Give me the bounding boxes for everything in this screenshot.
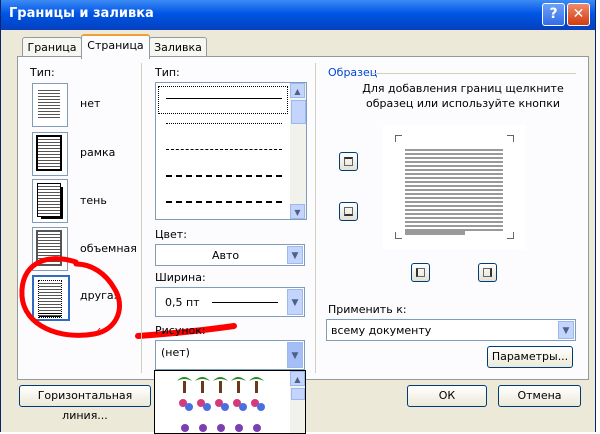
title-bar[interactable]: Границы и заливка ? ✕ [1, 0, 595, 30]
art-value: (нет) [161, 346, 190, 359]
left-border-icon [416, 268, 425, 277]
cancel-label: Отмена [517, 389, 562, 402]
options-button-label: Параметры... [491, 350, 569, 363]
help-button[interactable]: ? [542, 3, 565, 26]
color-label: Цвет: [155, 228, 187, 241]
scroll-thumb[interactable] [291, 388, 305, 400]
scroll-down-icon[interactable]: ▼ [290, 204, 305, 219]
top-border-button[interactable] [339, 152, 358, 171]
tab-label: Страница [87, 39, 144, 52]
horizontal-line-button[interactable]: Горизонтальная линия... [19, 385, 151, 422]
right-border-button[interactable] [478, 263, 497, 282]
close-button[interactable]: ✕ [567, 3, 590, 26]
chevron-down-icon[interactable]: ▼ [287, 246, 303, 264]
color-value: Авто [212, 249, 240, 262]
width-dropdown[interactable]: 0,5 пт ▼ [155, 287, 305, 317]
horizontal-line-label: Горизонтальная линия... [37, 389, 133, 422]
apply-to-label: Применить к: [328, 303, 407, 316]
style-label: Тип: [155, 66, 180, 79]
width-value: 0,5 пт [165, 296, 200, 309]
cancel-button[interactable]: Отмена [498, 385, 581, 407]
tab-border[interactable]: Граница [22, 37, 82, 58]
ok-label: ОК [438, 389, 456, 402]
preview-hint: Для добавления границ щелкните образец и… [344, 81, 582, 111]
setting-none-label[interactable]: нет [80, 97, 100, 110]
setting-none-icon[interactable] [32, 83, 68, 127]
window-title: Границы и заливка [9, 6, 154, 21]
chevron-down-icon[interactable]: ▼ [287, 289, 303, 315]
bottom-border-button[interactable] [339, 202, 358, 221]
art-list-scrollbar[interactable]: ▲ [290, 371, 305, 433]
preview-last-line [405, 231, 465, 235]
apply-to-value: всему документу [331, 324, 432, 337]
close-icon: ✕ [572, 6, 585, 22]
tab-shading[interactable]: Заливка [149, 37, 207, 58]
setting-box-label[interactable]: рамка [80, 146, 115, 159]
divider [141, 63, 142, 373]
scroll-up-icon[interactable]: ▲ [290, 83, 305, 98]
setting-shadow-label[interactable]: тень [80, 194, 107, 207]
ok-button[interactable]: ОК [407, 385, 487, 407]
style-dashed-small[interactable] [166, 149, 282, 150]
chevron-down-icon[interactable]: ▼ [558, 321, 574, 339]
bottom-border-icon [344, 207, 353, 216]
chevron-down-icon[interactable]: ▼ [287, 342, 303, 368]
style-dotted[interactable] [166, 123, 282, 124]
art-label: Рисунок: [155, 324, 206, 337]
style-scrollbar[interactable]: ▲ ▼ [290, 83, 306, 219]
preview-hint-line: образец или используйте кнопки [365, 97, 561, 110]
tab-page-border[interactable]: Страница [81, 34, 150, 59]
art-dropdown-list[interactable]: ▲ [154, 370, 306, 434]
apply-to-dropdown[interactable]: всему документу ▼ [326, 319, 576, 341]
line-style-list[interactable]: ▲ ▼ [155, 82, 307, 220]
preview-area[interactable] [383, 125, 526, 249]
color-dropdown[interactable]: Авто ▼ [155, 244, 305, 266]
top-border-icon [344, 157, 353, 166]
art-samples [177, 377, 265, 432]
width-label: Ширина: [155, 271, 206, 284]
tab-panel: Тип: нет рамка тень объемная другая Тип: [17, 56, 589, 380]
options-button[interactable]: Параметры... [487, 346, 573, 368]
preview-hint-line: Для добавления границ щелкните [362, 82, 564, 95]
style-solid[interactable] [166, 98, 282, 99]
scroll-up-icon[interactable]: ▲ [290, 371, 305, 386]
help-icon: ? [549, 6, 558, 22]
preview-label: Образец [328, 66, 378, 79]
right-border-icon [483, 268, 492, 277]
art-dropdown[interactable]: (нет) ▼ [155, 340, 305, 370]
width-line-sample [212, 302, 278, 303]
setting-shadow-icon[interactable] [32, 179, 68, 223]
borders-shading-dialog: Границы и заливка ? ✕ Граница Страница З… [0, 0, 596, 432]
tab-label: Заливка [154, 41, 202, 54]
style-dash-dot[interactable] [166, 201, 282, 203]
scroll-thumb[interactable] [291, 100, 306, 124]
style-dashed[interactable] [166, 175, 282, 177]
setting-box-icon[interactable] [32, 132, 68, 176]
preview-text-block [405, 147, 503, 231]
left-border-button[interactable] [411, 263, 430, 282]
setting-label: Тип: [30, 66, 55, 79]
preview-rule [372, 73, 576, 74]
divider [315, 63, 316, 373]
selected-style [158, 86, 288, 114]
tab-label: Граница [27, 41, 77, 54]
